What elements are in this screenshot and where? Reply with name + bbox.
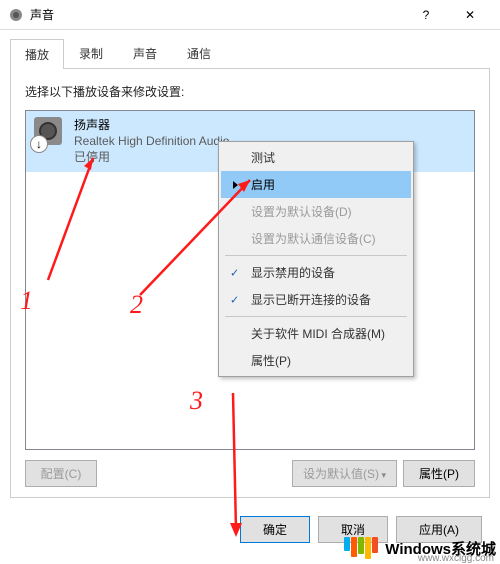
- device-name: 扬声器: [74, 117, 466, 133]
- menu-item-properties[interactable]: 属性(P): [221, 347, 411, 374]
- menu-separator: [225, 255, 407, 256]
- set-default-button: 设为默认值(S): [292, 460, 397, 487]
- bottom-buttons: 配置(C) 设为默认值(S) 属性(P): [25, 460, 475, 487]
- properties-button[interactable]: 属性(P): [403, 460, 475, 487]
- window-title: 声音: [30, 6, 404, 23]
- check-icon: ✓: [230, 293, 239, 306]
- down-arrow-icon: ↓: [30, 135, 48, 153]
- help-button[interactable]: ?: [404, 1, 448, 29]
- watermark-url: www.wxclgg.com: [418, 553, 494, 564]
- menu-separator: [225, 316, 407, 317]
- tab-panel: 选择以下播放设备来修改设置: ↓ 扬声器 Realtek High Defini…: [10, 69, 490, 498]
- menu-item-show-disabled[interactable]: ✓显示禁用的设备: [221, 259, 411, 286]
- context-menu: 测试 启用 设置为默认设备(D) 设置为默认通信设备(C) ✓显示禁用的设备 ✓…: [218, 141, 414, 377]
- menu-item-show-disconnected[interactable]: ✓显示已断开连接的设备: [221, 286, 411, 313]
- titlebar: 声音 ? ✕: [0, 0, 500, 30]
- tabs: 播放 录制 声音 通信: [10, 38, 490, 69]
- menu-item-enable[interactable]: 启用: [221, 171, 411, 198]
- close-button[interactable]: ✕: [448, 1, 492, 29]
- menu-item-test[interactable]: 测试: [221, 144, 411, 171]
- device-list[interactable]: ↓ 扬声器 Realtek High Definition Audio 已停用 …: [25, 110, 475, 450]
- sound-icon: [8, 7, 24, 23]
- tab-communications[interactable]: 通信: [172, 38, 226, 68]
- content-area: 播放 录制 声音 通信 选择以下播放设备来修改设置: ↓ 扬声器 Realtek…: [0, 30, 500, 506]
- menu-item-set-default: 设置为默认设备(D): [221, 198, 411, 225]
- tab-sounds[interactable]: 声音: [118, 38, 172, 68]
- tab-playback[interactable]: 播放: [10, 39, 64, 69]
- instruction-text: 选择以下播放设备来修改设置:: [25, 83, 475, 100]
- speaker-icon: ↓: [34, 117, 66, 149]
- configure-button: 配置(C): [25, 460, 97, 487]
- watermark-logo-icon: [344, 537, 379, 559]
- menu-item-set-comm-default: 设置为默认通信设备(C): [221, 225, 411, 252]
- tab-recording[interactable]: 录制: [64, 38, 118, 68]
- menu-item-midi[interactable]: 关于软件 MIDI 合成器(M): [221, 320, 411, 347]
- ok-button[interactable]: 确定: [240, 516, 310, 543]
- check-icon: ✓: [230, 266, 239, 279]
